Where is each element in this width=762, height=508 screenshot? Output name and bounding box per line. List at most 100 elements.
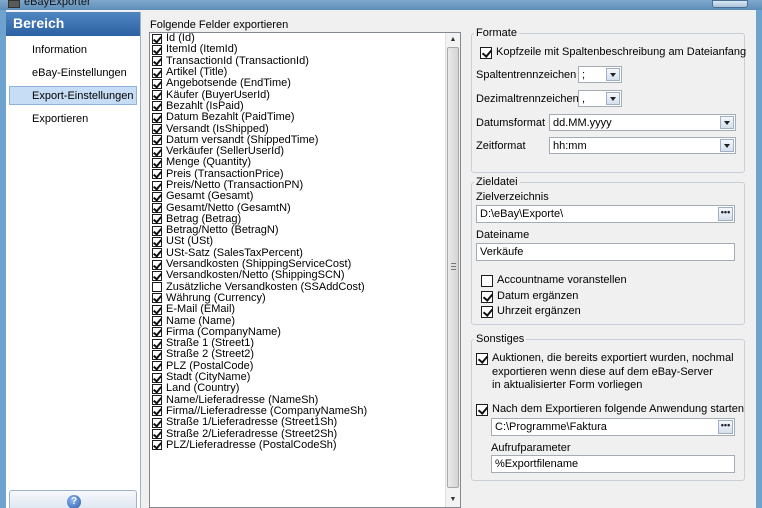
help-icon[interactable]: ? <box>67 495 81 508</box>
sidebar-item-export-einstellungen[interactable]: Export-Einstellungen <box>9 86 137 105</box>
field-checkbox[interactable] <box>152 56 162 67</box>
zeitformat-label: Zeitformat <box>476 140 526 152</box>
dezimaltrenn-select[interactable]: , <box>578 90 622 107</box>
datumsformat-label: Datumsformat <box>476 117 546 129</box>
field-row[interactable]: Versandt (IsShipped) <box>150 123 460 135</box>
field-row[interactable]: ItemId (ItemId) <box>150 44 460 55</box>
datum-checkbox-line[interactable]: Datum ergänzen <box>481 290 578 303</box>
accountname-checkbox[interactable] <box>481 275 493 287</box>
auktionen-checkbox[interactable] <box>476 353 488 365</box>
spaltentrenn-select[interactable]: ; <box>578 66 622 83</box>
fields-checklist: Id (Id) ItemId (ItemId) TransactionId (Tra… <box>149 32 461 508</box>
field-row[interactable]: PLZ/Lieferadresse (PostalCodeSh) <box>150 438 460 451</box>
field-checkbox[interactable] <box>152 191 162 202</box>
chevron-down-icon[interactable] <box>606 92 620 105</box>
close-button[interactable] <box>712 0 748 8</box>
field-checkbox[interactable] <box>152 361 162 372</box>
field-label: Gesamt/Netto (GesamtN) <box>166 201 291 214</box>
field-checkbox[interactable] <box>152 180 162 191</box>
anwendung-checkbox-line[interactable]: Nach dem Exportieren folgende Anwendung … <box>476 403 744 416</box>
fields-scrollbar[interactable]: ▲ ▼ <box>445 33 460 507</box>
field-checkbox[interactable] <box>152 327 162 338</box>
browse-button[interactable]: ••• <box>718 420 733 434</box>
field-label: Versandkosten/Netto (ShippingSCN) <box>166 269 345 282</box>
field-checkbox[interactable] <box>152 429 162 440</box>
field-checkbox[interactable] <box>152 304 162 315</box>
field-row[interactable]: Straße 2/Lieferadresse (Street2Sh) <box>150 428 460 440</box>
uhrzeit-checkbox-line[interactable]: Uhrzeit ergänzen <box>481 305 581 318</box>
accountname-checkbox-line[interactable]: Accountname voranstellen <box>481 274 627 287</box>
field-checkbox[interactable] <box>152 282 162 293</box>
sidebar-item-exportieren[interactable]: Exportieren <box>9 109 137 128</box>
sidebar: Bereich Information eBay-Einstellungen E… <box>6 12 141 508</box>
field-row[interactable]: E-Mail (EMail) <box>150 304 460 315</box>
field-checkbox[interactable] <box>152 225 162 236</box>
chevron-down-icon[interactable] <box>606 68 620 81</box>
field-checkbox[interactable] <box>152 101 162 112</box>
sidebar-item-information[interactable]: Information <box>9 40 137 59</box>
field-label: Datum Bezahlt (PaidTime) <box>166 111 295 124</box>
field-label: Menge (Quantity) <box>166 156 251 169</box>
field-checkbox[interactable] <box>152 417 162 428</box>
field-checkbox[interactable] <box>152 293 162 304</box>
field-checkbox[interactable] <box>152 124 162 135</box>
field-label: Straße 1/Lieferadresse (Street1Sh) <box>166 416 338 429</box>
field-checkbox[interactable] <box>152 270 162 281</box>
field-row[interactable]: Menge (Quantity) <box>150 157 460 168</box>
field-checkbox[interactable] <box>152 90 162 101</box>
field-checkbox[interactable] <box>152 146 162 157</box>
field-checkbox[interactable] <box>152 33 162 44</box>
field-checkbox[interactable] <box>152 67 162 78</box>
chevron-down-icon[interactable] <box>720 139 734 152</box>
field-row[interactable]: Datum Bezahlt (PaidTime) <box>150 112 460 123</box>
field-checkbox[interactable] <box>152 214 162 225</box>
field-checkbox[interactable] <box>152 135 162 146</box>
field-row[interactable]: Land (Country) <box>150 383 460 394</box>
browse-button[interactable]: ••• <box>718 207 733 221</box>
anwendung-checkbox[interactable] <box>476 404 488 416</box>
aufrufparameter-input[interactable]: %Exportfilename <box>491 455 735 473</box>
field-row[interactable]: Straße 1/Lieferadresse (Street1Sh) <box>150 417 460 428</box>
zielverzeichnis-input[interactable]: D:\eBay\Exporte\ ••• <box>476 205 735 223</box>
field-checkbox[interactable] <box>152 316 162 327</box>
datumsformat-select[interactable]: dd.MM.yyyy <box>549 114 736 131</box>
anwendung-input[interactable]: C:\Programme\Faktura ••• <box>491 418 735 436</box>
uhrzeit-checkbox[interactable] <box>481 306 493 318</box>
field-checkbox[interactable] <box>152 440 162 451</box>
field-checkbox[interactable] <box>152 203 162 214</box>
field-checkbox[interactable] <box>152 236 162 247</box>
dateiname-label: Dateiname <box>476 229 530 241</box>
field-row[interactable]: Angebotsende (EndTime) <box>150 78 460 89</box>
field-label: Name (Name) <box>166 314 236 327</box>
field-label: Land (Country) <box>166 382 240 395</box>
scroll-up-icon[interactable]: ▲ <box>446 33 460 47</box>
field-row[interactable]: Straße 2 (Street2) <box>150 349 460 360</box>
field-checkbox[interactable] <box>152 259 162 270</box>
scroll-thumb[interactable] <box>447 47 459 488</box>
field-checkbox[interactable] <box>152 349 162 360</box>
field-row[interactable]: USt (USt) <box>150 236 460 247</box>
field-row[interactable]: Versandkosten/Netto (ShippingSCN) <box>150 270 460 281</box>
header-checkbox[interactable] <box>480 47 492 59</box>
field-checkbox[interactable] <box>152 248 162 259</box>
zeitformat-select[interactable]: hh:mm <box>549 137 736 154</box>
field-label: PLZ/Lieferadresse (PostalCodeSh) <box>166 438 337 451</box>
datum-checkbox[interactable] <box>481 291 493 303</box>
field-checkbox[interactable] <box>152 157 162 168</box>
field-checkbox[interactable] <box>152 372 162 383</box>
dateiname-input[interactable]: Verkäufe <box>476 243 735 261</box>
field-checkbox[interactable] <box>152 395 162 406</box>
field-checkbox[interactable] <box>152 338 162 349</box>
field-checkbox[interactable] <box>152 44 162 55</box>
sidebar-item-ebay-einstellungen[interactable]: eBay-Einstellungen <box>9 63 137 82</box>
field-checkbox[interactable] <box>152 112 162 123</box>
header-checkbox-line[interactable]: Kopfzeile mit Spaltenbeschreibung am Dat… <box>480 46 746 59</box>
field-checkbox[interactable] <box>152 383 162 394</box>
field-checkbox[interactable] <box>152 406 162 417</box>
field-checkbox[interactable] <box>152 78 162 89</box>
auktionen-checkbox-line[interactable]: Auktionen, die bereits exportiert wurden… <box>476 352 734 393</box>
chevron-down-icon[interactable] <box>720 116 734 129</box>
scroll-down-icon[interactable]: ▼ <box>446 493 460 507</box>
field-checkbox[interactable] <box>152 169 162 180</box>
field-row[interactable]: Gesamt (Gesamt) <box>150 191 460 202</box>
